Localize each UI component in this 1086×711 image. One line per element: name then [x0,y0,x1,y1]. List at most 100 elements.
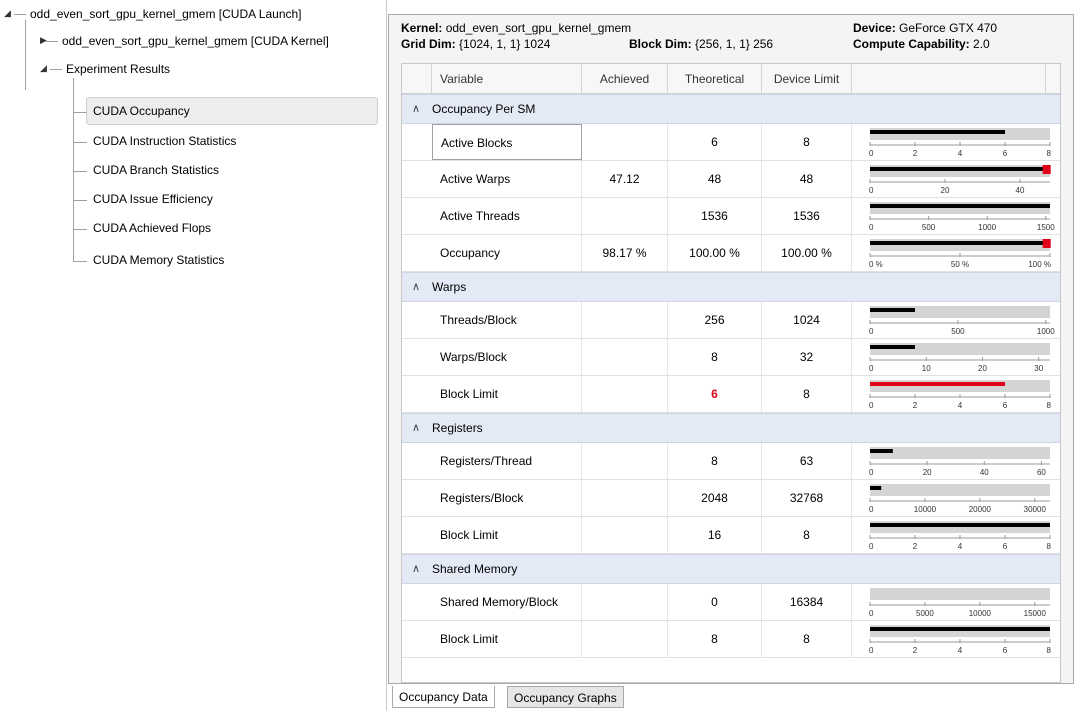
tick-label: 15000 [1024,609,1047,618]
bar-value [870,167,1050,171]
tree-node-kernel[interactable]: odd_even_sort_gpu_kernel_gmem [CUDA Kern… [62,34,329,48]
tree-connector [73,229,87,230]
theoretical-cell: 6 [668,124,762,160]
theoretical-cell: 0 [668,584,762,620]
tab-occupancy-data[interactable]: Occupancy Data [392,686,495,708]
tree-node-experiment-results[interactable]: Experiment Results [66,62,170,76]
section-header[interactable]: ∧ Shared Memory [402,554,1060,584]
tick-label: 500 [951,327,965,336]
table-row[interactable]: Block Limit 16 8 0 2 4 6 8 [402,517,1060,554]
tick-label: 20 [941,186,950,195]
tick-label: 30 [1034,364,1043,373]
scrollbar-corner [1046,64,1060,94]
tick-label: 1000 [1037,327,1055,336]
achieved-cell [582,480,668,516]
tick-label: 0 [869,327,874,336]
tree-item-issue-efficiency[interactable]: CUDA Issue Efficiency [93,192,213,206]
compute-capability-value: 2.0 [973,37,990,51]
column-header-variable[interactable]: Variable [432,64,582,94]
tree-item-memory-statistics[interactable]: CUDA Memory Statistics [93,253,224,267]
table-row[interactable]: Block Limit 6 8 0 2 4 6 8 [402,376,1060,413]
tab-occupancy-graphs[interactable]: Occupancy Graphs [507,686,624,708]
bar-value [870,382,1005,386]
variable-cell: Shared Memory/Block [432,584,582,620]
tick-label: 0 [869,468,874,477]
table-row[interactable]: Registers/Thread 8 63 0 20 40 60 [402,443,1060,480]
tree-node-launch[interactable]: odd_even_sort_gpu_kernel_gmem [CUDA Laun… [30,7,302,21]
table-row[interactable]: Active Warps 47.12 48 48 0 20 40 [402,161,1060,198]
tree-connector [73,171,87,172]
tick-label: 0 [869,186,874,195]
device-limit-cell: 8 [762,124,852,160]
tick-label: 20000 [969,505,992,514]
bar-graph-svg: 0 500 1000 1500 [869,202,1055,232]
column-header-achieved[interactable]: Achieved [582,64,668,94]
tree-item-branch-statistics[interactable]: CUDA Branch Statistics [93,163,219,177]
tick-label: 10000 [969,609,992,618]
tick-label: 1500 [1037,223,1055,232]
achieved-cell [582,443,668,479]
table-row[interactable]: Registers/Block 2048 32768 0 10000 20000 30000 [402,480,1060,517]
kernel-info: Kernel: odd_even_sort_gpu_kernel_gmem [401,21,631,35]
variable-cell: Active Blocks [432,124,582,160]
occupancy-grid: Variable Achieved Theoretical Device Lim… [401,63,1061,683]
table-row[interactable]: Occupancy 98.17 % 100.00 % 100.00 % 0 % 50 % 1… [402,235,1060,272]
column-header-graph [852,64,1046,94]
collapse-chevron-icon[interactable]: ∧ [412,102,420,115]
collapse-chevron-icon[interactable]: ∧ [412,562,420,575]
tick-label: 500 [922,223,936,232]
bar-value [870,204,1050,208]
section-title: Registers [432,421,483,435]
collapse-chevron-icon[interactable]: ∧ [412,421,420,434]
tree-connector [73,142,87,143]
bar-value [870,130,1005,134]
bar-value [870,486,882,490]
variable-cell: Block Limit [432,376,582,412]
achieved-cell [582,198,668,234]
bar-graph-svg: 0 2 4 6 8 [869,128,1052,158]
table-row[interactable]: Active Threads 1536 1536 0 500 1000 1500 [402,198,1060,235]
tick-label: 0 [869,609,874,618]
bar-graph-svg: 0 2 4 6 8 [869,625,1052,655]
section-header[interactable]: ∧ Warps [402,272,1060,302]
tree-item-cuda-occupancy[interactable]: CUDA Occupancy [93,104,190,118]
device-limit-cell: 32 [762,339,852,375]
section-header[interactable]: ∧ Registers [402,413,1060,443]
table-row[interactable]: Shared Memory/Block 0 16384 0 5000 10000 15000 [402,584,1060,621]
bar-value [870,449,893,453]
occupancy-bar-graph: 0 10 20 30 [852,339,1060,375]
tick-label: 6 [1003,542,1008,551]
collapse-triangle-icon[interactable]: ◢ [4,8,11,19]
device-limit-cell: 32768 [762,480,852,516]
bar-graph-svg: 0 20 40 60 [869,447,1050,477]
block-dim-info: Block Dim: {256, 1, 1} 256 [629,37,773,51]
section-header[interactable]: ∧ Occupancy Per SM [402,94,1060,124]
table-row[interactable]: Block Limit 8 8 0 2 4 6 8 [402,621,1060,658]
tick-label: 20 [923,468,932,477]
table-row[interactable]: Warps/Block 8 32 0 10 20 30 [402,339,1060,376]
table-row[interactable]: Threads/Block 256 1024 0 500 1000 [402,302,1060,339]
table-row[interactable]: Active Blocks 6 8 0 2 4 6 8 [402,124,1060,161]
tick-label: 4 [958,401,963,410]
device-limit-cell: 8 [762,517,852,553]
bar-graph-svg: 0 10 20 30 [869,343,1050,373]
compute-capability-info: Compute Capability: 2.0 [853,37,990,51]
collapse-triangle-icon[interactable]: ◢ [40,63,47,74]
grid-dim-value: {1024, 1, 1} 1024 [459,37,551,51]
column-header-theoretical[interactable]: Theoretical [668,64,762,94]
collapse-chevron-icon[interactable]: ∧ [412,280,420,293]
variable-cell: Active Threads [432,198,582,234]
tree-item-instruction-statistics[interactable]: CUDA Instruction Statistics [93,134,236,148]
tree-connector [73,200,87,201]
bar-value [870,241,1050,245]
achieved-marker [1042,239,1051,248]
tick-label: 20 [978,364,987,373]
tree-connector [14,14,26,15]
tree-item-achieved-flops[interactable]: CUDA Achieved Flops [93,221,211,235]
tick-label: 8 [1047,149,1052,158]
bar-graph-svg: 0 5000 10000 15000 [869,588,1050,618]
tick-label: 8 [1047,542,1052,551]
column-header-device-limit[interactable]: Device Limit [762,64,852,94]
device-limit-cell: 1536 [762,198,852,234]
grid-dim-label: Grid Dim: [401,37,456,51]
